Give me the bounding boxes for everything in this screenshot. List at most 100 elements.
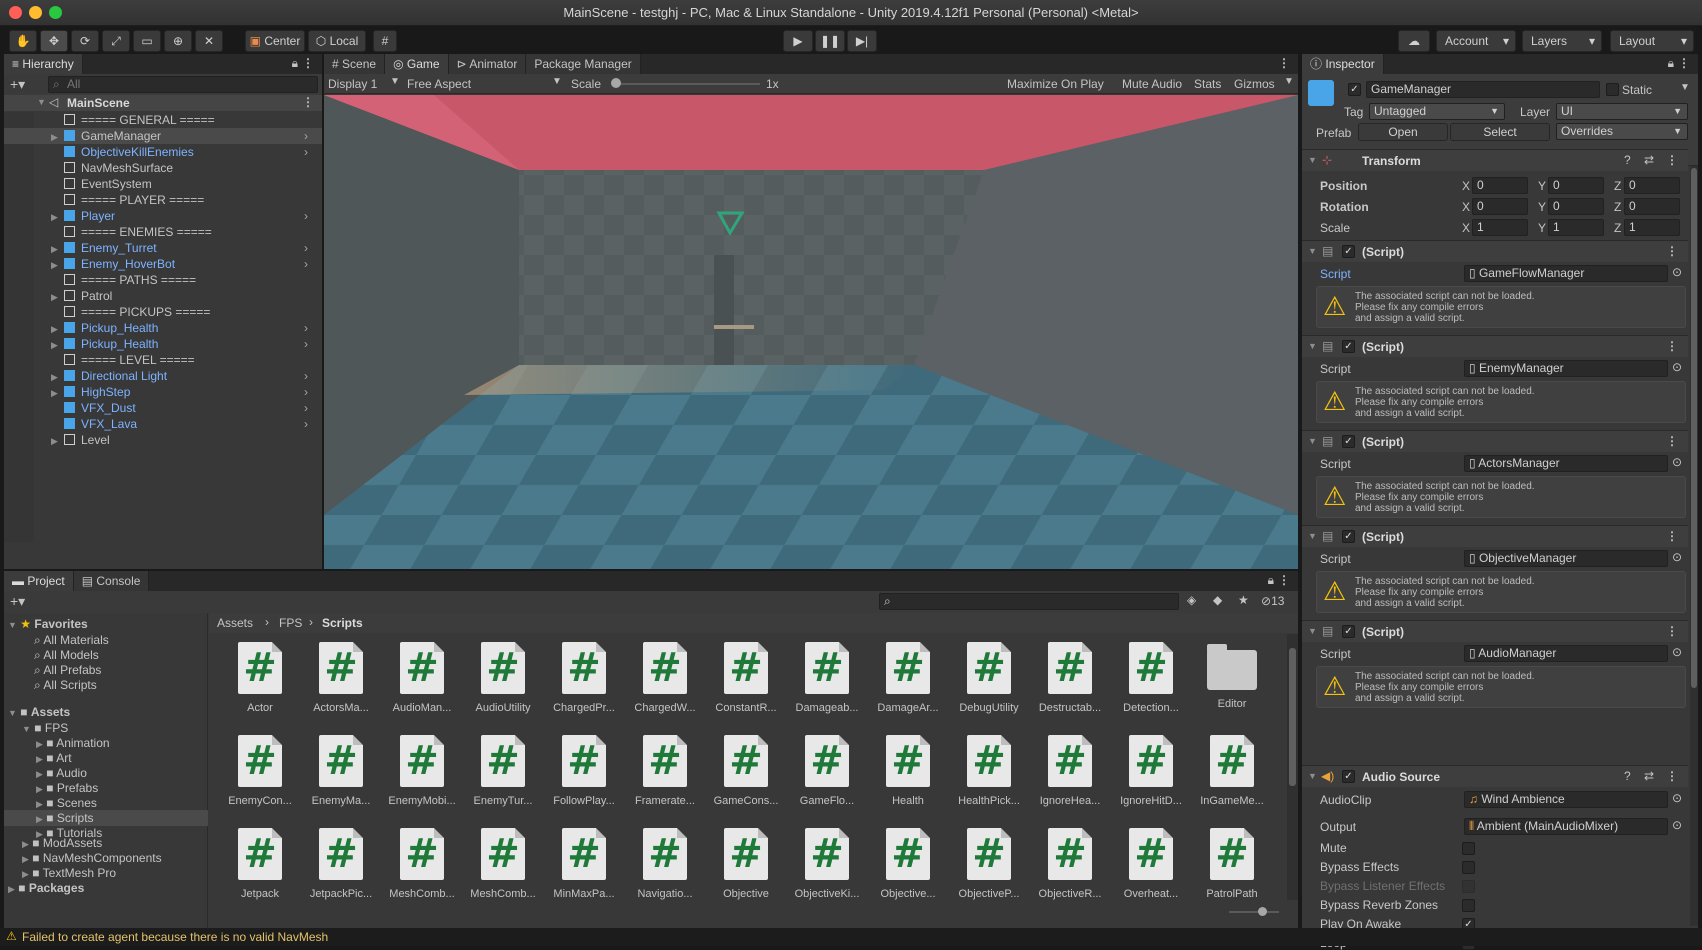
folder-item[interactable]: ▶ ■ Animation [4, 735, 208, 751]
expand-arrow-icon[interactable]: ▶ [51, 289, 58, 305]
x-input[interactable]: 0 [1472, 198, 1528, 215]
lock-icon[interactable]: 🔒︎ [292, 56, 298, 71]
object-picker-icon[interactable]: ⊙ [1672, 645, 1682, 659]
asset-item[interactable]: # GameFlo... [792, 735, 862, 807]
asset-item[interactable]: # Actor [225, 642, 295, 714]
z-input[interactable]: 0 [1624, 177, 1680, 194]
hierarchy-item[interactable]: ===== LEVEL ===== [4, 352, 322, 368]
audio-flag-checkbox[interactable] [1462, 842, 1475, 855]
display-dropdown[interactable]: Display 1 [328, 77, 377, 91]
component-menu-icon[interactable]: ⋮ [1666, 769, 1678, 783]
script-field[interactable]: ▯ GameFlowManager [1464, 265, 1668, 282]
y-input[interactable]: 0 [1548, 198, 1604, 215]
favorite-item[interactable]: ⌕ All Materials [34, 632, 109, 648]
audio-flag-checkbox[interactable] [1462, 861, 1475, 874]
custom-tool-button[interactable]: ✕ [195, 30, 223, 52]
x-input[interactable]: 0 [1472, 177, 1528, 194]
panel-menu-icon[interactable]: ⋮ [1278, 573, 1290, 587]
prefab-select-button[interactable]: Select [1450, 123, 1550, 141]
asset-item[interactable]: # ObjectiveP... [954, 828, 1024, 900]
tab-hierarchy[interactable]: ≡ Hierarchy [4, 54, 83, 74]
move-tool-button[interactable]: ✥ [40, 30, 68, 52]
asset-item[interactable]: # IgnoreHea... [1035, 735, 1105, 807]
component-menu-icon[interactable]: ⋮ [1666, 153, 1678, 167]
script-enabled-checkbox[interactable]: ✓ [1342, 435, 1355, 448]
breadcrumb-assets[interactable]: Assets [217, 616, 253, 630]
rotate-tool-button[interactable]: ⟳ [71, 30, 99, 52]
script-field[interactable]: ▯ ObjectiveManager [1464, 550, 1668, 567]
component-menu-icon[interactable]: ⋮ [1666, 339, 1678, 353]
asset-item[interactable]: # IgnoreHitD... [1116, 735, 1186, 807]
asset-item[interactable]: # EnemyTur... [468, 735, 538, 807]
space-local-button[interactable]: ⬡ Local [308, 30, 366, 52]
chevron-right-icon[interactable]: › [304, 240, 308, 256]
asset-scrollbar-thumb[interactable] [1289, 648, 1296, 786]
asset-scrollbar[interactable] [1287, 634, 1298, 900]
hierarchy-item[interactable]: ▶ Player › [4, 208, 322, 224]
script-field[interactable]: ▯ EnemyManager [1464, 360, 1668, 377]
audio-clip-field[interactable]: ♫ Wind Ambience [1464, 791, 1668, 808]
asset-item[interactable]: # Jetpack [225, 828, 295, 900]
chevron-right-icon[interactable]: › [304, 144, 308, 160]
script-enabled-checkbox[interactable]: ✓ [1342, 245, 1355, 258]
chevron-right-icon[interactable]: › [304, 416, 308, 432]
asset-item[interactable]: # Destructab... [1035, 642, 1105, 714]
hierarchy-search-input[interactable]: ⌕ All [48, 76, 318, 93]
folder-item[interactable]: ▶ ■ Scripts [4, 810, 208, 826]
aspect-dropdown[interactable]: Free Aspect [407, 77, 471, 91]
lock-icon[interactable]: 🔒︎ [1668, 56, 1674, 71]
asset-item[interactable]: # MeshComb... [468, 828, 538, 900]
layer-dropdown[interactable]: UI ▼ [1556, 103, 1688, 120]
asset-item[interactable]: # ObjectiveKi... [792, 828, 862, 900]
component-menu-icon[interactable]: ⋮ [1666, 244, 1678, 258]
script-component-header[interactable]: ▼ ▤ ✓ (Script) ⋮ [1302, 335, 1688, 357]
hierarchy-item[interactable]: ===== PICKUPS ===== [4, 304, 322, 320]
asset-item[interactable]: # Detection... [1116, 642, 1186, 714]
object-picker-icon[interactable]: ⊙ [1672, 550, 1682, 564]
asset-item[interactable]: # PatrolPath [1197, 828, 1267, 900]
transform-header[interactable]: ▼ ⊹ Transform ? ⇄ ⋮ [1302, 149, 1688, 171]
output-field[interactable]: ⫴ Ambient (MainAudioMixer) [1464, 818, 1668, 835]
script-field[interactable]: ▯ AudioManager [1464, 645, 1668, 662]
chevron-right-icon[interactable]: › [304, 128, 308, 144]
hierarchy-item[interactable]: ===== ENEMIES ===== [4, 224, 322, 240]
prefab-open-button[interactable]: Open [1358, 123, 1448, 141]
tab-game[interactable]: ◎ Game [385, 54, 449, 74]
fps-folder-row[interactable]: ▼ ■ FPS [22, 720, 68, 736]
filter-by-label-icon[interactable]: ◆ [1213, 593, 1222, 607]
object-name-field[interactable]: GameManager [1366, 81, 1600, 98]
folder-item[interactable]: ▶ ■ Prefabs [4, 780, 208, 796]
object-picker-icon[interactable]: ⊙ [1672, 360, 1682, 374]
hierarchy-item[interactable]: ▶ Enemy_Turret › [4, 240, 322, 256]
layers-dropdown[interactable]: Layers ▾ [1522, 30, 1602, 52]
gizmos-button[interactable]: Gizmos [1234, 77, 1275, 91]
status-bar[interactable]: ⚠ Failed to create agent because there i… [0, 928, 1702, 946]
asset-item[interactable]: # EnemyMobi... [387, 735, 457, 807]
active-checkbox[interactable]: ✓ [1348, 83, 1361, 96]
expand-arrow-icon[interactable]: ▶ [51, 433, 58, 449]
packages-row[interactable]: ▶ ■ Packages [8, 880, 84, 896]
hierarchy-item[interactable]: ===== PLAYER ===== [4, 192, 322, 208]
asset-item[interactable]: # FollowPlay... [549, 735, 619, 807]
folder-item[interactable]: ▶ ■ NavMeshComponents [22, 850, 162, 866]
preset-icon[interactable]: ⇄ [1644, 769, 1654, 783]
play-button[interactable]: ▶ [783, 30, 813, 52]
asset-item[interactable]: # Health [873, 735, 943, 807]
panel-menu-icon[interactable]: ⋮ [302, 56, 314, 70]
chevron-right-icon[interactable]: › [304, 384, 308, 400]
hierarchy-item[interactable]: ▶ Pickup_Health › [4, 336, 322, 352]
hierarchy-item[interactable]: ▶ GameManager › [4, 128, 322, 144]
game-viewport[interactable] [324, 95, 1298, 569]
audio-flag-checkbox[interactable] [1462, 899, 1475, 912]
script-field[interactable]: ▯ ActorsManager [1464, 455, 1668, 472]
y-input[interactable]: 1 [1548, 219, 1604, 236]
static-checkbox[interactable] [1606, 83, 1619, 96]
asset-item[interactable]: # Damageab... [792, 642, 862, 714]
asset-item[interactable]: # AudioMan... [387, 642, 457, 714]
inspector-scrollbar[interactable] [1690, 166, 1698, 926]
hierarchy-item[interactable]: ▶ Directional Light › [4, 368, 322, 384]
step-button[interactable]: ▶| [847, 30, 877, 52]
asset-item[interactable]: # EnemyCon... [225, 735, 295, 807]
breadcrumb-scripts[interactable]: Scripts [322, 616, 363, 630]
hierarchy-item[interactable]: NavMeshSurface [4, 160, 322, 176]
